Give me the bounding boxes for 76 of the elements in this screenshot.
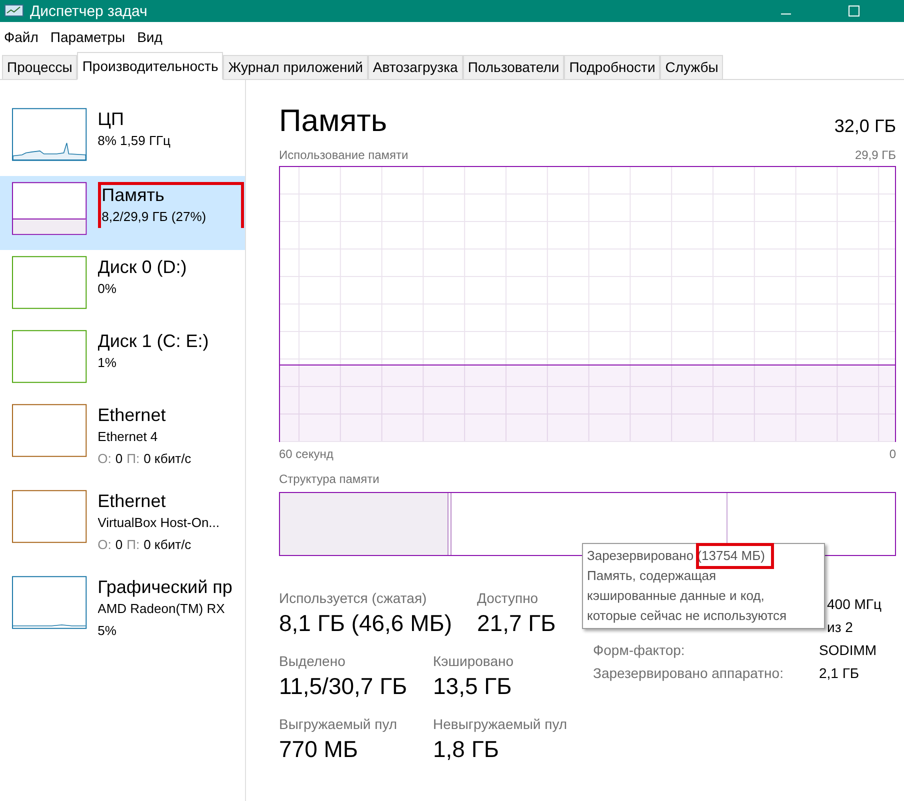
graph-label: Структура памяти: [279, 471, 380, 488]
stat-value: 1,8 ГБ: [433, 735, 499, 764]
detail-label: Зарезервировано аппаратно:: [593, 664, 784, 683]
tab[interactable]: Автозагрузка: [368, 55, 463, 79]
receive-value: 0 кбит/с: [144, 450, 192, 468]
item-detail: AMD Radeon(TM) RX: [98, 600, 226, 618]
item-detail: 8% 1,59 ГГц: [98, 132, 172, 150]
receive-label: П:: [126, 536, 140, 554]
detail-value: SODIMM: [819, 641, 878, 660]
tab[interactable]: Подробности: [564, 55, 660, 79]
total-memory: 32,0 ГБ: [834, 115, 896, 138]
item-title: Память: [102, 184, 166, 206]
item-detail: 0%: [98, 280, 118, 298]
sidebar-item[interactable]: Память 8,2/29,9 ГБ (27%): [0, 176, 245, 250]
axis-label: 60 секунд: [279, 446, 334, 463]
thumbnail-graph-icon: [12, 108, 87, 161]
graph-max: 29,9 ГБ: [854, 147, 896, 164]
window-title: Диспетчер задач: [30, 4, 148, 18]
axis-label: 0: [889, 446, 896, 463]
panel-title: Память: [279, 102, 387, 140]
send-label: О:: [98, 536, 112, 554]
menu-item[interactable]: Файл: [3, 26, 40, 48]
menu-item[interactable]: Параметры: [49, 26, 126, 48]
item-detail: 8,2/29,9 ГБ (27%): [102, 208, 208, 226]
sidebar-item[interactable]: ЦП 8% 1,59 ГГц: [0, 102, 245, 176]
stat-label: Выделено: [279, 652, 346, 671]
thumbnail-graph-icon: [12, 404, 87, 457]
stat-label: Кэшировано: [433, 652, 514, 671]
menu-item[interactable]: Вид: [136, 26, 164, 48]
sidebar-item[interactable]: Ethernet VirtualBox Host-On... О: 0 П: 0 кбит/с: [0, 484, 245, 570]
receive-label: П:: [126, 450, 140, 468]
thumbnail-graph-icon: [12, 330, 87, 383]
send-value: 0: [115, 450, 123, 468]
item-detail: 5%: [98, 622, 118, 640]
thumbnail-graph-icon: [12, 256, 87, 309]
send-label: О:: [98, 450, 112, 468]
stat-label: Выгружаемый пул: [279, 715, 398, 734]
detail-value: из 2: [826, 618, 854, 637]
app-icon: [4, 4, 24, 18]
sidebar-item[interactable]: Ethernet Ethernet 4 О: 0 П: 0 кбит/с: [0, 398, 245, 484]
sidebar-item[interactable]: Графический пр AMD Radeon(TM) RX 5%: [0, 570, 245, 644]
thumbnail-graph-icon: [12, 490, 87, 543]
detail-value: 2,1 ГБ: [819, 664, 860, 683]
item-title: ЦП: [98, 108, 125, 130]
tooltip-text: Память, содержащая кэшированные данные и код, которые сейчас не используются: [587, 567, 788, 625]
sidebar-item[interactable]: Диск 1 (C: E:) 1%: [0, 324, 245, 398]
stat-label: Невыгружаемый пул: [433, 715, 568, 734]
maximize-icon[interactable]: [848, 5, 860, 17]
stat-label: Доступно: [477, 589, 538, 608]
tab[interactable]: Службы: [660, 55, 724, 79]
sidebar-item[interactable]: Диск 0 (D:) 0%: [0, 250, 245, 324]
item-title: Ethernet: [98, 490, 167, 512]
tab[interactable]: Пользователи: [462, 55, 564, 79]
stat-label: Используется (сжатая): [279, 589, 427, 608]
stat-value: 13,5 ГБ: [433, 672, 512, 701]
receive-value: 0 кбит/с: [144, 536, 192, 554]
detail-label: Форм-фактор:: [593, 641, 686, 660]
item-detail: Ethernet 4: [98, 428, 159, 446]
stat-value: 21,7 ГБ: [477, 609, 556, 638]
item-detail: 1%: [98, 354, 118, 372]
detail-value: 400 МГц: [826, 595, 882, 614]
thumbnail-graph-icon: [12, 182, 87, 235]
stat-value: 11,5/30,7 ГБ: [279, 672, 408, 701]
stat-value: 770 МБ: [279, 735, 358, 764]
graph-label: Использование памяти: [279, 147, 408, 164]
item-title: Диск 0 (D:): [98, 256, 188, 278]
tab[interactable]: Производительность: [77, 52, 224, 80]
item-title: Графический пр: [98, 576, 234, 598]
stat-value: 8,1 ГБ (46,6 МБ): [279, 609, 452, 638]
item-detail: VirtualBox Host-On...: [98, 514, 221, 532]
tab[interactable]: Журнал приложений: [223, 55, 368, 79]
tab[interactable]: Процессы: [2, 55, 78, 79]
thumbnail-graph-icon: [12, 576, 87, 629]
item-title: Диск 1 (C: E:): [98, 330, 210, 352]
send-value: 0: [115, 536, 123, 554]
item-title: Ethernet: [98, 404, 167, 426]
